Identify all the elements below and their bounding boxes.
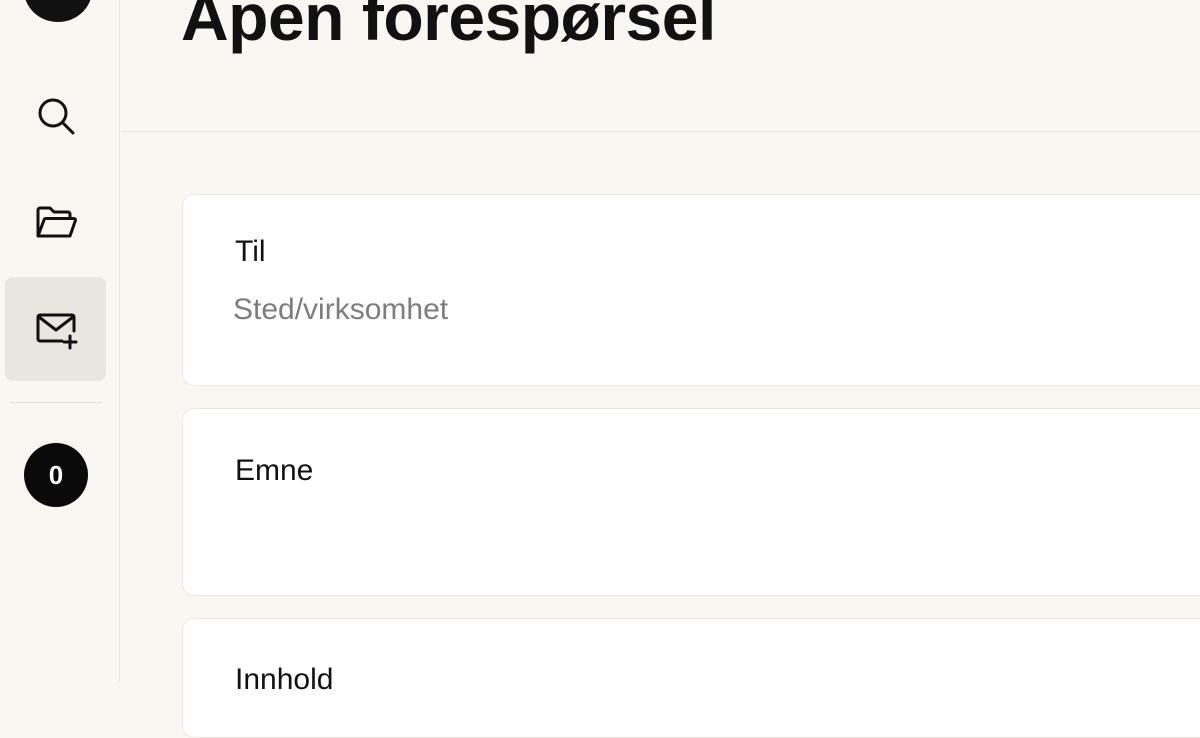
- to-field-label: Til: [235, 235, 266, 268]
- sidebar-item-search[interactable]: [5, 64, 106, 168]
- page-header: Åpen forespørsel: [121, 0, 1200, 132]
- sidebar-item-folder[interactable]: [5, 170, 106, 274]
- subject-field-input[interactable]: [233, 509, 1133, 543]
- to-field-card[interactable]: Til: [182, 194, 1200, 386]
- content-field-card[interactable]: Innhold: [182, 618, 1200, 738]
- folder-open-icon: [36, 206, 77, 238]
- sidebar: 0: [0, 0, 120, 683]
- sidebar-item-new-request[interactable]: [5, 277, 106, 381]
- page-title: Åpen forespørsel: [181, 0, 716, 54]
- subject-field-card[interactable]: Emne: [182, 408, 1200, 596]
- search-icon: [38, 98, 74, 135]
- to-field-input[interactable]: [233, 293, 1133, 327]
- count-badge[interactable]: 0: [24, 443, 88, 507]
- subject-field-label: Emne: [235, 454, 314, 487]
- mail-plus-icon: [36, 313, 77, 350]
- sidebar-divider: [10, 402, 102, 403]
- content-field-label: Innhold: [235, 663, 334, 696]
- app-logo[interactable]: [24, 0, 92, 22]
